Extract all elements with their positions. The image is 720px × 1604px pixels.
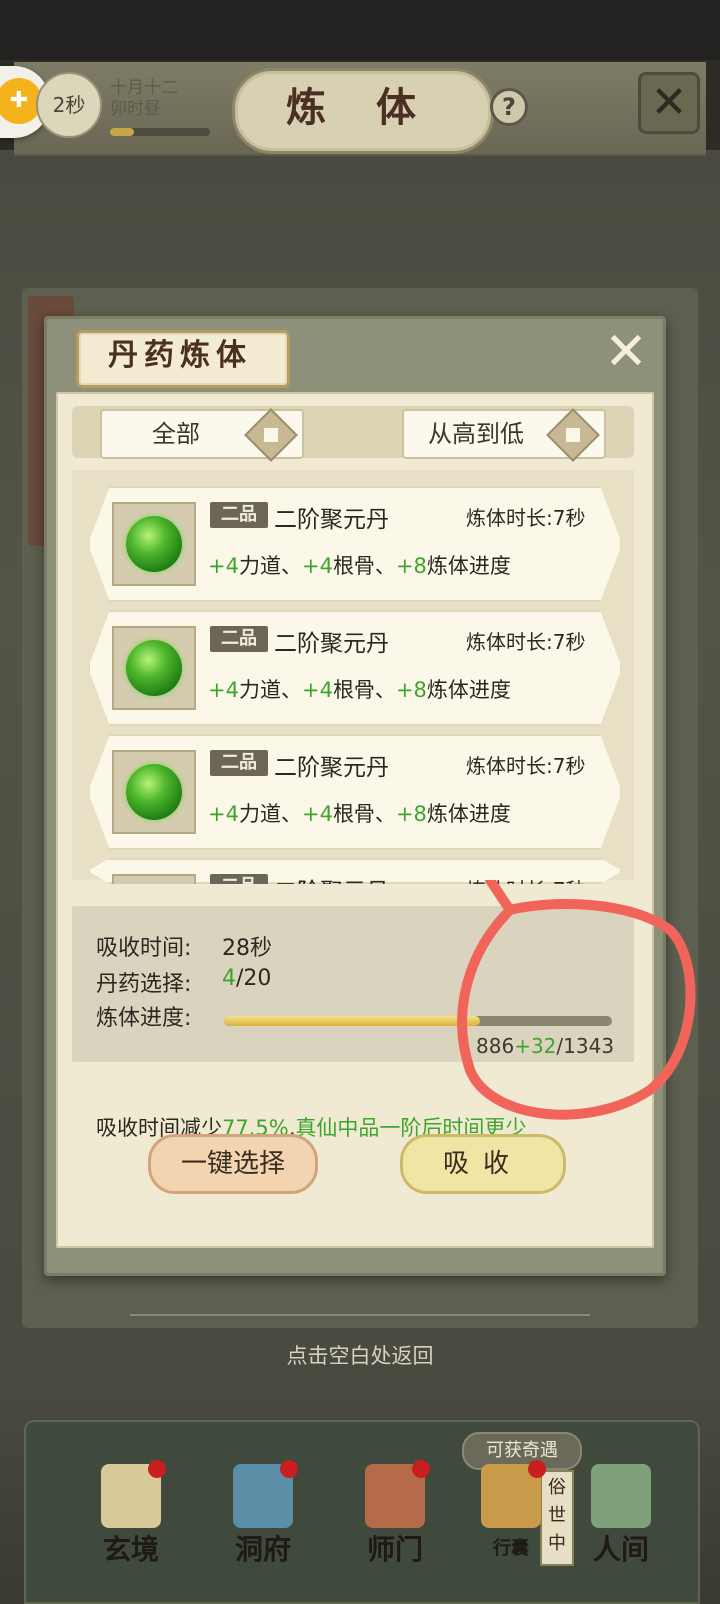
- absorb-button[interactable]: 吸收: [400, 1134, 566, 1194]
- pill-duration-value: 7秒: [552, 754, 586, 778]
- pill-name: 二阶聚元丹: [274, 755, 389, 781]
- grade-badge: 二品: [210, 750, 268, 776]
- effect-attribute: 炼体进度: [426, 678, 511, 702]
- pill-duration-value: 7秒: [552, 630, 586, 654]
- nav-dongfu-tab[interactable]: 洞府: [218, 1460, 308, 1580]
- grade-badge: 二品: [210, 626, 268, 652]
- timer-badge: 2秒: [36, 72, 102, 138]
- pill-duration-label: 炼体时长:: [466, 630, 553, 654]
- close-page-button[interactable]: ✕: [638, 72, 700, 134]
- dialog-close-button[interactable]: ✕: [600, 326, 652, 378]
- category-dropdown-label: 全部: [152, 420, 200, 448]
- effect-amount: +8: [395, 678, 427, 702]
- nav-shimen-label: 师门: [366, 1533, 423, 1566]
- effect-amount: +4: [301, 554, 333, 578]
- pill-icon-frame: [112, 626, 196, 710]
- nav-xuanjing-tab[interactable]: 玄境: [86, 1460, 176, 1580]
- auto-select-button[interactable]: 一键选择: [148, 1134, 318, 1194]
- effect-amount: +8: [395, 802, 427, 826]
- sort-dropdown-label: 从高到低: [428, 420, 524, 448]
- effect-amount: +4: [301, 802, 333, 826]
- date-line-2: 卯时昼: [110, 99, 161, 119]
- page-title: 炼 体: [286, 84, 434, 131]
- sort-dropdown[interactable]: 从高到低: [402, 408, 606, 462]
- nav-xuanjing-label: 玄境: [102, 1533, 159, 1566]
- effect-attribute: 根骨、: [332, 802, 396, 826]
- effect-attribute: 炼体进度: [426, 802, 511, 826]
- pill-duration: 炼体时长:7秒: [466, 502, 585, 531]
- effect-attribute: 炼体进度: [426, 554, 511, 578]
- progress-label: 炼体进度:: [96, 1006, 192, 1031]
- notification-dot: [528, 1460, 546, 1478]
- nav-renjian-icon: [591, 1464, 651, 1528]
- status-strip: [0, 0, 720, 60]
- nav-renjian-label: 人间: [592, 1533, 649, 1566]
- green-pill-icon: [126, 640, 182, 696]
- effect-amount: +4: [208, 554, 239, 578]
- pill-duration-value: 7秒: [552, 506, 586, 530]
- pill-card[interactable]: 二品二阶聚元丹炼体时长:7秒+4力道、+4根骨、+8炼体进度: [88, 734, 622, 850]
- pill-name: 二阶聚元丹: [274, 631, 389, 657]
- pill-select-label: 丹药选择:: [96, 972, 192, 997]
- pill-duration-label: 炼体时长:: [466, 754, 553, 778]
- category-dropdown[interactable]: 全部: [100, 408, 304, 462]
- pill-select-count: 4/20: [222, 966, 271, 991]
- pill-card[interactable]: 二品二阶聚元丹炼体时长:7秒+4力道、+4根骨、+8炼体进度: [88, 610, 622, 726]
- effect-amount: +4: [301, 678, 333, 702]
- dialog-title: 丹药炼体: [108, 338, 252, 373]
- effect-amount: +4: [208, 802, 239, 826]
- pill-icon-frame: [112, 502, 196, 586]
- green-pill-icon: [126, 516, 182, 572]
- effect-attribute: 力道、: [238, 678, 302, 702]
- green-pill-icon: [126, 764, 182, 820]
- pill-duration: 炼体时长:7秒: [466, 750, 585, 779]
- pill-name: 二阶聚元丹: [274, 507, 389, 533]
- notification-dot: [280, 1460, 298, 1478]
- notification-dot: [412, 1460, 430, 1478]
- effect-amount: +8: [395, 554, 427, 578]
- nav-shimen-tab[interactable]: 师门: [350, 1460, 440, 1580]
- pill-card[interactable]: 二品二阶聚元丹炼体时长:7秒+4力道、+4根骨、+8炼体进度: [88, 486, 622, 602]
- effect-attribute: 力道、: [238, 802, 302, 826]
- effect-attribute: 根骨、: [332, 678, 396, 702]
- dropdown-arrow-icon: [244, 408, 298, 462]
- pill-duration: 炼体时长:7秒: [466, 626, 585, 655]
- date-line-1: 十月十二: [110, 78, 178, 98]
- dropdown-arrow-icon: [546, 408, 600, 462]
- time-progress-fill: [110, 128, 134, 136]
- pill-select-selected: 4: [222, 966, 236, 991]
- pill-effects: +4力道、+4根骨、+8炼体进度: [208, 798, 511, 828]
- pill-effects: +4力道、+4根骨、+8炼体进度: [208, 550, 511, 580]
- tap-blank-return-hint[interactable]: 点击空白处返回: [120, 1340, 600, 1370]
- pill-duration-label: 炼体时长:: [466, 506, 553, 530]
- nav-xingnang-tab[interactable]: 行囊: [466, 1460, 556, 1580]
- absorb-time-label: 吸收时间:: [96, 936, 192, 961]
- nav-renjian-tab[interactable]: 人间: [576, 1460, 666, 1580]
- nav-dongfu-label: 洞府: [234, 1533, 291, 1566]
- divider-line: [130, 1314, 590, 1316]
- annotation-circle: [457, 880, 696, 1120]
- pill-icon-frame: [112, 750, 196, 834]
- absorb-time-value: 28秒: [222, 936, 272, 961]
- grade-badge: 二品: [210, 502, 268, 528]
- game-date: 十月十二 卯时昼: [110, 78, 230, 120]
- effect-amount: +4: [208, 678, 239, 702]
- notification-dot: [148, 1460, 166, 1478]
- pill-select-total: /20: [236, 966, 272, 991]
- effect-attribute: 根骨、: [332, 554, 396, 578]
- pill-effects: +4力道、+4根骨、+8炼体进度: [208, 674, 511, 704]
- help-icon[interactable]: ?: [490, 88, 528, 126]
- nav-xingnang-label: 行囊: [493, 1538, 529, 1559]
- effect-attribute: 力道、: [238, 554, 302, 578]
